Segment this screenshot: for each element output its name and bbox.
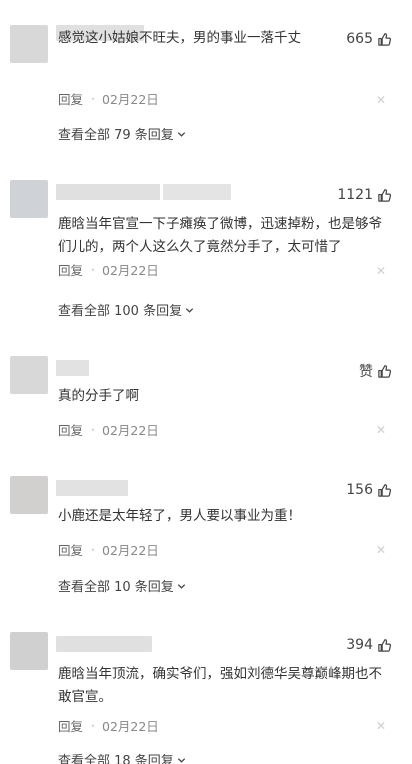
username-redacted-2 [163, 184, 231, 200]
avatar[interactable] [10, 25, 48, 63]
chevron-down-icon [185, 307, 194, 313]
reply-button[interactable]: 回复 [58, 89, 83, 108]
separator-dot: · [91, 422, 95, 437]
reply-button[interactable]: 回复 [58, 420, 83, 439]
separator-dot: · [91, 91, 95, 106]
like-button[interactable]: 1121 [337, 185, 392, 205]
separator-dot: · [91, 262, 95, 277]
close-icon[interactable]: ✕ [376, 423, 386, 437]
chevron-down-icon [177, 757, 185, 763]
comment-text: 鹿晗当年顶流，确实爷们，强如刘德华吴尊巅峰期也不敢官宣。 [58, 666, 382, 705]
view-replies-text: 查看全部 79 条回复 [58, 128, 174, 143]
username-redacted[interactable] [56, 480, 128, 496]
like-button[interactable]: 156 [346, 480, 392, 500]
avatar[interactable] [10, 476, 48, 514]
comment-meta: 回复 · 02月22日 [58, 89, 159, 108]
avatar[interactable] [10, 632, 48, 670]
view-replies-link[interactable]: 查看全部 10 条回复 [58, 576, 187, 595]
like-button[interactable]: 394 [346, 635, 392, 655]
avatar[interactable] [10, 180, 48, 218]
comment-text: 小鹿还是太年轻了，男人要以事业为重！ [58, 508, 301, 524]
close-icon[interactable]: ✕ [376, 93, 386, 107]
reply-button[interactable]: 回复 [58, 540, 83, 559]
username-redacted[interactable] [56, 360, 89, 376]
comment-date: 02月22日 [102, 719, 159, 734]
comment-meta: 回复 · 02月22日 [58, 716, 159, 735]
comment-date: 02月22日 [102, 92, 159, 107]
chevron-down-icon [177, 583, 185, 589]
thumbs-up-icon [378, 638, 392, 652]
comment-text: 真的分手了啊 [58, 388, 139, 404]
view-replies-link[interactable]: 查看全部 100 条回复 [58, 300, 195, 319]
reply-button[interactable]: 回复 [58, 716, 83, 735]
thumbs-up-icon [378, 188, 392, 202]
like-label: 赞 [359, 364, 373, 380]
close-icon[interactable]: ✕ [376, 264, 386, 278]
thumbs-up-icon [378, 364, 392, 378]
close-icon[interactable]: ✕ [376, 719, 386, 733]
like-count: 1121 [337, 187, 373, 203]
comment-text: 感觉这小姑娘不旺夫，男的事业一落千丈 [58, 30, 301, 46]
comment-date: 02月22日 [102, 543, 159, 558]
avatar[interactable] [10, 356, 48, 394]
like-count: 394 [346, 637, 373, 653]
comment-meta: 回复 · 02月22日 [58, 420, 159, 439]
close-icon[interactable]: ✕ [376, 543, 386, 557]
view-replies-text: 查看全部 100 条回复 [58, 304, 183, 319]
comment-date: 02月22日 [102, 423, 159, 438]
view-replies-link[interactable]: 查看全部 79 条回复 [58, 124, 187, 143]
like-count: 156 [346, 482, 373, 498]
reply-button[interactable]: 回复 [58, 260, 83, 279]
separator-dot: · [91, 718, 95, 733]
chevron-down-icon [177, 131, 185, 137]
view-replies-text: 查看全部 18 条回复 [58, 754, 174, 764]
view-replies-text: 查看全部 10 条回复 [58, 580, 174, 595]
comment-meta: 回复 · 02月22日 [58, 260, 159, 279]
thumbs-up-icon [378, 483, 392, 497]
separator-dot: · [91, 542, 95, 557]
comment-date: 02月22日 [102, 263, 159, 278]
username-redacted[interactable] [56, 184, 160, 200]
comment-meta: 回复 · 02月22日 [58, 540, 159, 559]
username-redacted[interactable] [56, 636, 152, 652]
comment-text: 鹿晗当年官宣一下子瘫痪了微博，迅速掉粉，也是够爷们儿的，两个人这么久了竟然分手了… [58, 216, 382, 255]
view-replies-link[interactable]: 查看全部 18 条回复 [58, 750, 187, 764]
like-button[interactable]: 赞 [359, 361, 392, 381]
